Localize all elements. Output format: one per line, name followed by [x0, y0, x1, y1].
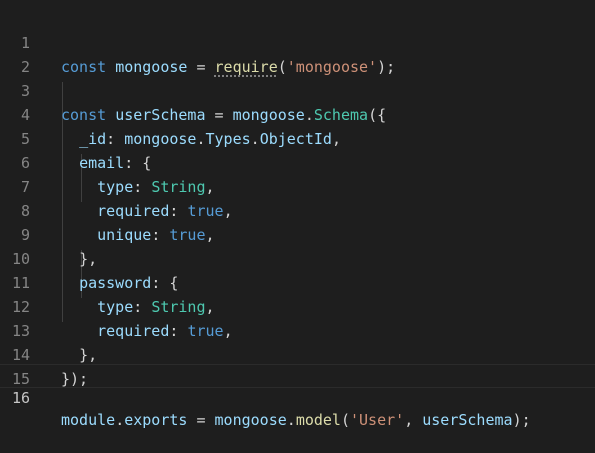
code-line[interactable]: 9 }, — [0, 199, 595, 268]
code-line[interactable]: 11 type: String, — [0, 247, 595, 316]
code-line[interactable]: 2 — [0, 31, 595, 76]
code-line[interactable]: 12 required: true, — [0, 271, 595, 340]
current-code-line[interactable]: 16 module.exports = mongoose.model('User… — [0, 364, 595, 429]
code-line[interactable]: 8 unique: true, — [0, 175, 595, 244]
code-line[interactable]: 10 password: { — [0, 223, 595, 292]
code-line[interactable]: 14 }); — [0, 319, 595, 388]
code-line[interactable]: 3 const userSchema = mongoose.Schema({ — [0, 55, 595, 124]
code-editor[interactable]: 1 const mongoose = require('mongoose'); … — [0, 0, 595, 429]
code-line[interactable]: 4 _id: mongoose.Types.ObjectId, — [0, 79, 595, 148]
code-line[interactable]: 1 const mongoose = require('mongoose'); — [0, 7, 595, 76]
code-line[interactable]: 13 }, — [0, 295, 595, 364]
code-line[interactable]: 7 required: true, — [0, 151, 595, 220]
line-number: 16 — [11, 389, 30, 407]
code-line[interactable]: 6 type: String, — [0, 127, 595, 196]
code-line[interactable]: 5 email: { — [0, 103, 595, 172]
code-text: module.exports = mongoose.model('User', … — [61, 411, 531, 429]
